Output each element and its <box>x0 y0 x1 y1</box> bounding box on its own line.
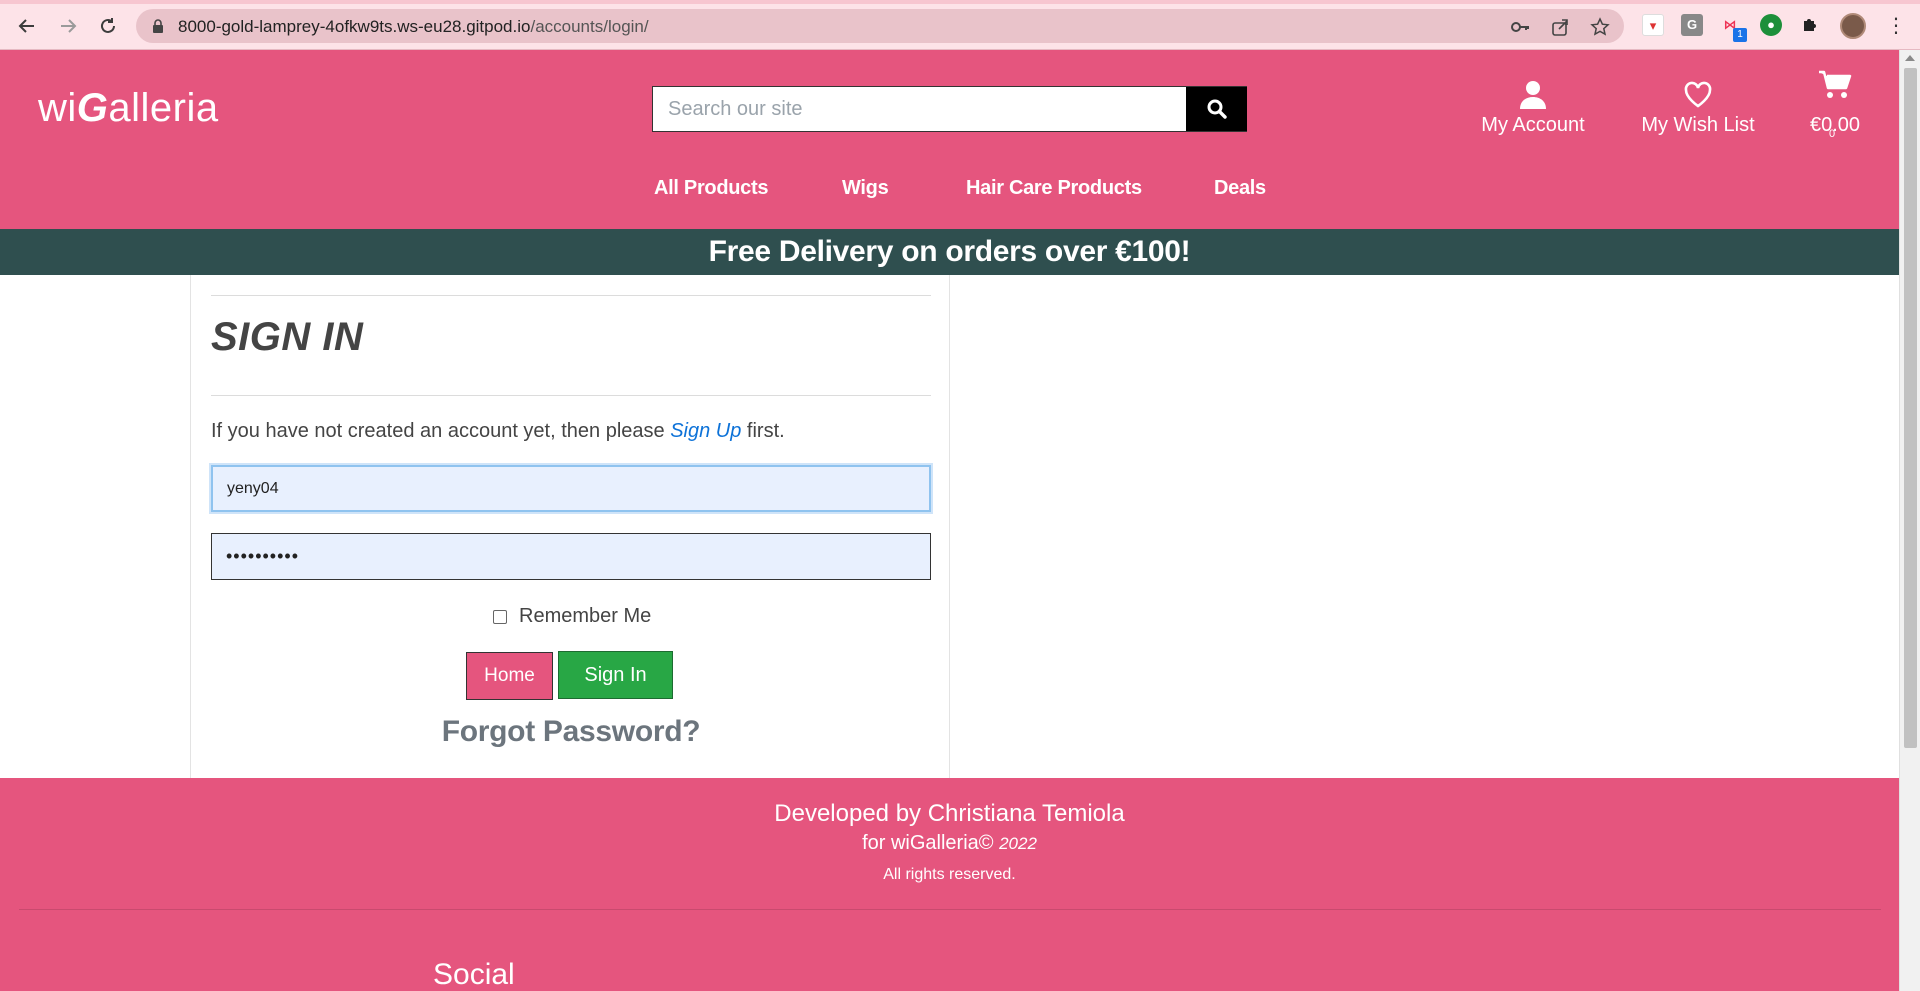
logo-g: G <box>76 86 109 130</box>
remember-me-checkbox[interactable] <box>493 609 507 624</box>
search-input[interactable] <box>653 87 1186 131</box>
browser-menu-icon[interactable]: ⋮ <box>1886 13 1906 39</box>
password-field[interactable] <box>211 533 931 580</box>
username-field[interactable] <box>211 465 931 512</box>
share-icon[interactable] <box>1550 17 1570 37</box>
rights-reserved: All rights reserved. <box>883 866 1016 883</box>
free-delivery-banner: Free Delivery on orders over €100! <box>0 229 1899 275</box>
remember-me-label: Remember Me <box>519 605 652 627</box>
main-content: SIGN IN If you have not created an accou… <box>0 275 1899 778</box>
user-icon <box>1520 81 1546 109</box>
extension-green-icon[interactable]: ● <box>1760 14 1782 36</box>
url-text: 8000-gold-lamprey-4ofkw9ts.ws-eu28.gitpo… <box>178 17 649 37</box>
copyright-year: 2022 <box>999 834 1037 853</box>
cart-icon <box>1819 70 1852 98</box>
remember-me[interactable]: Remember Me <box>493 605 651 628</box>
forgot-password-link[interactable]: Forgot Password? <box>191 715 951 749</box>
main-nav: All Products Wigs Hair Care Products Dea… <box>0 177 1899 207</box>
site-credit-text: for wiGalleria© <box>862 832 994 854</box>
reload-icon[interactable] <box>94 12 122 40</box>
heart-icon <box>1684 81 1712 108</box>
footer-divider <box>19 909 1881 910</box>
signup-prompt: If you have not created an account yet, … <box>211 420 785 443</box>
nav-wigs[interactable]: Wigs <box>842 177 889 200</box>
logo-prefix: wi <box>38 86 77 130</box>
extension-shield-icon[interactable]: ▾ <box>1642 14 1664 36</box>
url-path: /accounts/login/ <box>530 17 649 36</box>
puzzle-extensions-icon[interactable] <box>1800 14 1822 36</box>
signup-prompt-before: If you have not created an account yet, … <box>211 420 671 442</box>
nav-all-products[interactable]: All Products <box>654 177 769 200</box>
cart-link[interactable]: €0.00 <box>1807 70 1863 137</box>
nav-deals[interactable]: Deals <box>1214 177 1266 200</box>
divider-top <box>211 295 931 296</box>
search-icon <box>1207 99 1227 119</box>
page-scrollbar[interactable] <box>1899 50 1920 991</box>
my-wishlist-link[interactable]: My Wish List <box>1640 80 1756 137</box>
tab-strip-edge <box>0 0 1920 4</box>
site-footer: Developed by Christiana Temiola for wiGa… <box>0 778 1899 991</box>
signin-panel: SIGN IN If you have not created an accou… <box>190 275 950 778</box>
extension-g-icon[interactable]: G <box>1681 14 1703 36</box>
forward-arrow-icon[interactable] <box>54 12 82 40</box>
divider-bottom <box>211 395 931 396</box>
search-form <box>652 86 1247 132</box>
cart-count-badge: 0 <box>1829 128 1836 140</box>
extension-badge: 1 <box>1733 28 1747 42</box>
signin-button[interactable]: Sign In <box>558 651 673 699</box>
site-header: wiGalleria My Account My Wish List €0.00… <box>0 50 1899 229</box>
site-logo[interactable]: wiGalleria <box>38 86 219 131</box>
my-wishlist-label: My Wish List <box>1641 114 1755 136</box>
site-credit: for wiGalleria© 2022 <box>0 832 1899 855</box>
my-account-link[interactable]: My Account <box>1481 80 1585 137</box>
scrollbar-thumb[interactable] <box>1904 68 1917 748</box>
address-bar[interactable]: 8000-gold-lamprey-4ofkw9ts.ws-eu28.gitpo… <box>136 9 1624 43</box>
search-button[interactable] <box>1186 87 1247 131</box>
logo-suffix: alleria <box>108 86 219 130</box>
signup-prompt-after: first. <box>741 420 785 442</box>
profile-avatar[interactable] <box>1840 13 1866 39</box>
page-title: SIGN IN <box>211 315 364 359</box>
browser-toolbar: 8000-gold-lamprey-4ofkw9ts.ws-eu28.gitpo… <box>0 0 1920 50</box>
bookmark-star-icon[interactable] <box>1590 17 1610 37</box>
url-host: 8000-gold-lamprey-4ofkw9ts.ws-eu28.gitpo… <box>178 17 531 36</box>
social-heading: Social <box>433 958 515 991</box>
lock-icon <box>153 19 163 33</box>
my-account-label: My Account <box>1481 114 1585 136</box>
nav-hair-care-products[interactable]: Hair Care Products <box>966 177 1142 200</box>
developer-credit: Developed by Christiana Temiola <box>774 800 1125 827</box>
signup-link[interactable]: Sign Up <box>670 420 741 442</box>
home-button[interactable]: Home <box>466 652 553 700</box>
scroll-up-arrow-icon[interactable] <box>1905 55 1915 61</box>
key-icon[interactable] <box>1510 17 1530 37</box>
back-arrow-icon[interactable] <box>13 12 41 40</box>
